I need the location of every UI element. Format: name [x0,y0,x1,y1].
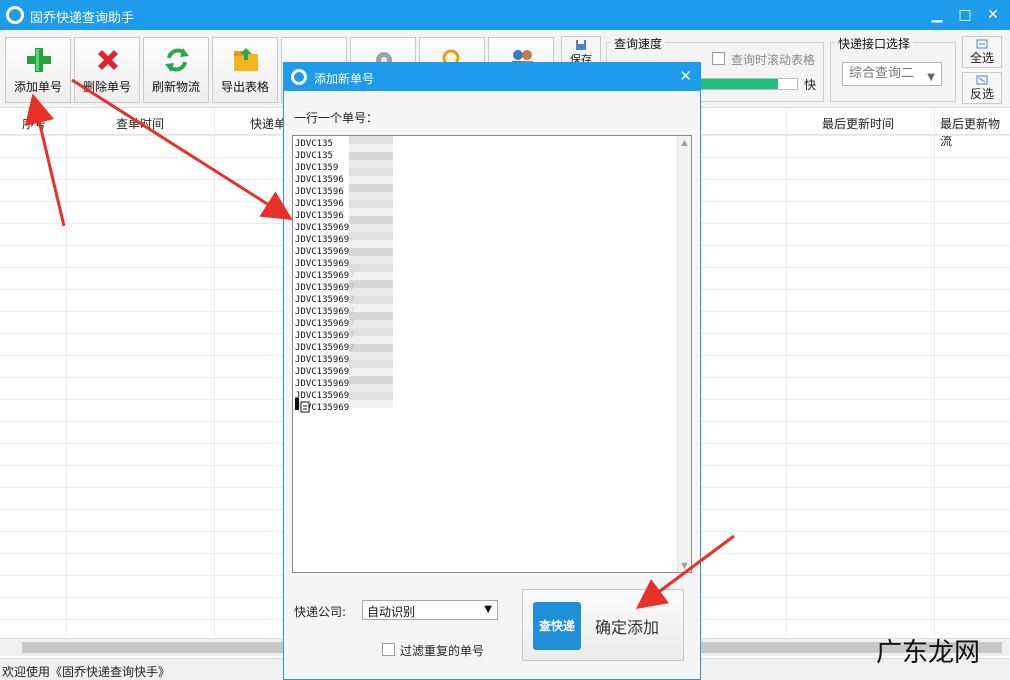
watermark-text: 广东龙网 [876,638,981,668]
dialog-title-bar: 添加新单号 ✕ [284,63,700,91]
tracking-number-line: JDVC135969 [295,379,350,389]
tracking-number-line: JDVC1359697 [295,283,355,293]
api-select[interactable]: 综合查询二 ▼ [842,62,942,86]
delete-x-icon [98,50,118,70]
tracking-number-line: JDVC135 [295,151,333,161]
status-text: 欢迎使用《固乔快递查询快手》 [2,665,171,679]
select-all-label: 全选 [969,51,994,65]
chevron-down-icon: ▼ [484,604,492,615]
add-plus-icon [27,48,51,72]
tracking-input-prompt: 一行一个单号： [294,111,379,125]
tracking-number-line: JDVC1359697 [295,295,355,305]
tracking-numbers-list: JDVC135 JDVC135 JDVC1359 JDVC13596 JDVC13596… [295,138,355,414]
confirm-add-label: 确定添加 [595,618,660,637]
filter-duplicates-label: 过滤重复的单号 [400,644,485,658]
column-divider [934,109,935,635]
column-header-last-update-time[interactable]: 最后更新时间 [822,115,894,132]
select-all-button[interactable]: 全选 [962,36,1002,68]
column-header-tracking[interactable]: 快递单 [250,115,286,132]
export-table-button[interactable]: 导出表格 [212,37,278,103]
column-divider [786,109,787,635]
delete-tracking-button[interactable]: 删除单号 [74,37,140,103]
save-icon [576,40,586,50]
add-tracking-dialog: 添加新单号 ✕ 一行一个单号： JDVC135 JDVC135 JDVC1359 JD… [283,62,701,680]
api-group-title: 快递接口选择 [835,35,914,52]
tracking-number-line: JDVC1359697 [295,271,355,281]
tracking-number-line: JDVC135969 [295,367,350,377]
tracking-numbers-textarea[interactable]: JDVC135 JDVC135 JDVC1359 JDVC13596 JDVC13596… [292,135,692,573]
redacted-blur [349,136,393,408]
select-all-icon [976,39,988,49]
tracking-number-line: JDVC1359697 [295,331,355,341]
export-folder-icon [234,48,258,71]
courier-company-value: 自动识别 [367,605,416,619]
delete-tracking-label: 删除单号 [82,80,131,94]
tracking-number-line: JDVC1359697 [295,307,355,317]
confirm-add-button[interactable]: 查快递 确定添加 [522,589,684,661]
tracking-number-line: JDVC135969 [295,235,350,245]
textarea-vertical-scrollbar[interactable]: ▲ ▼ [677,136,691,572]
export-table-label: 导出表格 [220,80,269,94]
speed-progress-fill [701,79,778,89]
tracking-number-line: JDVC13596 [295,175,344,185]
scroll-table-checkbox[interactable] [712,52,725,65]
scroll-table-label: 查询时滚动表格 [731,53,816,67]
tracking-number-line: JDVC1359697 [295,319,355,329]
add-tracking-button[interactable]: 添加单号 [5,37,71,103]
tracking-number-line: JDVC1359 [295,163,339,173]
refresh-logistics-button[interactable]: 刷新物流 [143,37,209,103]
tracking-number-line: JDVC1359697 [295,343,355,353]
filter-duplicates-checkbox[interactable] [382,643,395,656]
column-divider [66,109,67,635]
column-divider [214,109,215,635]
tracking-number-line: JDVC13596 [295,187,344,197]
speed-group-title: 查询速度 [611,35,666,52]
courier-company-select[interactable]: 自动识别 ▼ [362,600,498,620]
invert-select-label: 反选 [969,87,994,101]
tracking-number-line: JDVC135969 [295,223,350,233]
tracking-number-line: JDVC13596 [295,199,344,209]
tracking-number-line: JDVC13596 [295,211,344,221]
minimize-button[interactable]: ▁ [926,4,948,26]
dialog-title: 添加新单号 [314,72,375,86]
tracking-number-line: JDVC135969 [295,355,350,365]
api-select-value: 综合查询二 [849,66,915,81]
text-cursor-icon [295,398,310,413]
speed-fast-label: 快 [804,78,817,92]
column-header-query-time[interactable]: 查单时间 [116,115,164,132]
refresh-logistics-label: 刷新物流 [151,80,200,94]
scroll-up-icon[interactable]: ▲ [678,138,691,147]
add-tracking-label: 添加单号 [13,80,62,94]
dialog-logo-icon [291,69,307,85]
scroll-down-icon[interactable]: ▼ [678,561,691,570]
invert-select-icon [976,75,988,85]
express-search-logo-icon: 查快递 [533,602,581,650]
main-title-bar: 固乔快递查询助手 ▁ □ ✕ [0,0,1010,30]
window-title: 固乔快递查询助手 [30,11,135,26]
tracking-number-line: JDVC135 [295,139,333,149]
close-button[interactable]: ✕ [982,4,1004,26]
refresh-icon [165,48,189,72]
courier-company-label: 快递公司: [294,605,347,619]
app-logo-icon [6,6,24,24]
chevron-down-icon: ▼ [927,72,935,83]
dialog-close-button[interactable]: ✕ [679,67,692,85]
tracking-number-line: JDVC135969 [295,259,350,269]
column-header-index[interactable]: 序号 [22,115,46,132]
speed-progress[interactable] [700,78,798,90]
tracking-number-line: JDVC135969 [295,247,350,257]
invert-select-button[interactable]: 反选 [962,72,1002,104]
maximize-button[interactable]: □ [954,4,976,26]
